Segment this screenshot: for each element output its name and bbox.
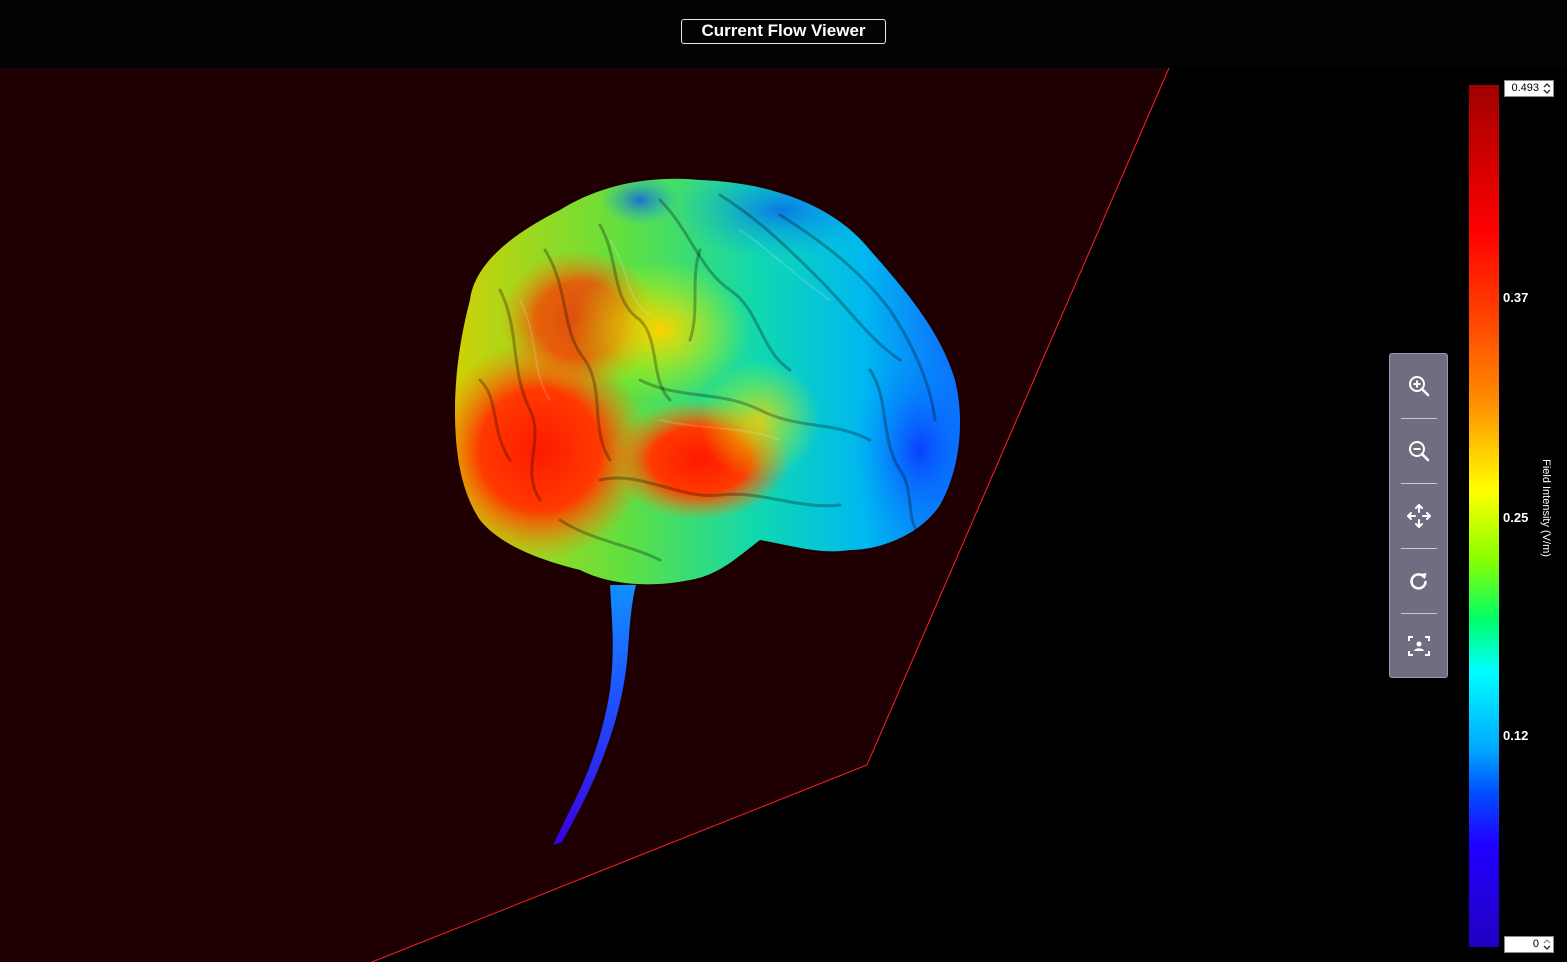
3d-scene[interactable] xyxy=(0,0,1567,962)
spinner-arrows-icon[interactable] xyxy=(1543,82,1551,95)
colorbar-tick: 0.12 xyxy=(1503,728,1529,743)
colorbar-min-input[interactable]: 0 xyxy=(1504,936,1554,953)
app-title: Current Flow Viewer xyxy=(681,19,886,44)
move-arrows-icon xyxy=(1406,504,1431,528)
snapshot-button[interactable] xyxy=(1390,614,1447,678)
pan-button[interactable] xyxy=(1390,484,1447,548)
colorbar-label: Field Intensity (V/m) xyxy=(1540,459,1552,557)
reset-rotation-button[interactable] xyxy=(1390,549,1447,613)
rotate-icon xyxy=(1409,573,1427,590)
zoom-out-button[interactable] xyxy=(1390,419,1447,483)
colorbar xyxy=(1469,85,1499,947)
colorbar-max-value: 0.493 xyxy=(1511,82,1539,94)
view-toolbar xyxy=(1389,353,1448,678)
spinner-arrows-icon[interactable] xyxy=(1543,938,1551,951)
title-bar: Current Flow Viewer xyxy=(0,0,1567,68)
zoom-out-icon xyxy=(1408,441,1429,462)
viewer-window: Current Flow Viewer 0.493 0.37 0.25 0.12… xyxy=(0,0,1567,962)
zoom-in-button[interactable] xyxy=(1390,354,1447,418)
colorbar-tick: 0.37 xyxy=(1503,290,1529,305)
focus-frame-icon xyxy=(1407,636,1430,656)
colorbar-max-input[interactable]: 0.493 xyxy=(1504,80,1554,97)
colorbar-min-value: 0 xyxy=(1532,938,1539,950)
colorbar-tick: 0.25 xyxy=(1503,510,1529,525)
zoom-in-icon xyxy=(1408,376,1429,397)
